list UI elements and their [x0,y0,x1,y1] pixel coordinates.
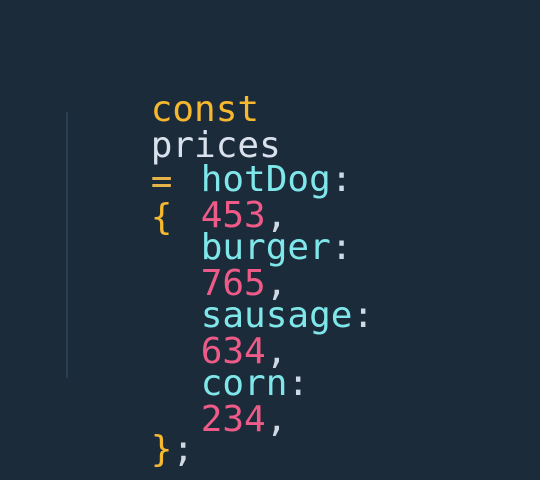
close-brace: } [150,429,173,470]
code-line-closing: }; [64,396,194,468]
number-value: 234 [200,399,266,440]
code-line-entry: sausage: 634, [114,262,374,370]
keyword-const: const [150,89,260,130]
semicolon: ; [172,429,195,470]
comma: , [265,399,288,440]
code-line-declaration: const prices = { [64,56,281,236]
code-editor: const prices = { hotDog: 453, burger: 76… [0,0,540,480]
colon: : [287,363,310,404]
code-line-entry: burger: 765, [114,194,353,302]
colon: : [352,295,375,336]
code-line-entry: corn: 234, [114,330,309,438]
object-key: corn [200,363,288,404]
code-line-entry: hotDog: 453, [114,126,353,234]
